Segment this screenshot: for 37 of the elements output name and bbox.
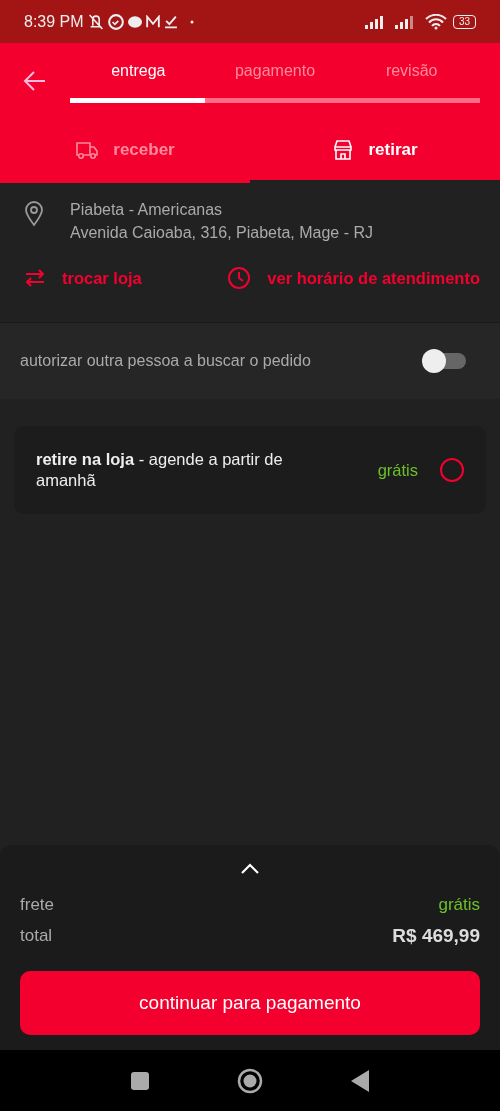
location-pin-icon	[24, 201, 44, 227]
store-address: Avenida Caioaba, 316, Piabeta, Mage - RJ	[70, 224, 373, 242]
dot-icon	[189, 19, 194, 24]
step-tab[interactable]: entrega	[70, 61, 207, 80]
summary-label: total	[20, 925, 53, 946]
continue-button[interactable]: continuar para pagamento	[20, 971, 480, 1035]
option-price: grátis	[377, 460, 418, 480]
step-tab[interactable]: revisão	[343, 61, 480, 80]
wifi-icon	[424, 13, 447, 30]
delivery-mode-tab[interactable]: retirar	[250, 120, 500, 183]
store-icon	[332, 139, 355, 161]
option-text: retire na loja - agende a partir de amanhã	[36, 449, 284, 491]
chat-bubble-icon	[127, 15, 142, 28]
store-name: Piabeta - Americanas	[70, 201, 224, 219]
home-icon[interactable]	[237, 1067, 263, 1094]
recent-apps-icon[interactable]	[131, 1071, 149, 1090]
clock-icon	[227, 266, 252, 290]
authorize-label: autorizar outra pessoa a buscar o pedido	[20, 352, 311, 370]
status-time: 8:39 PM	[24, 12, 84, 31]
store-action-link[interactable]: trocar loja	[24, 266, 142, 290]
truck-icon	[75, 139, 100, 161]
mail-icon	[145, 14, 160, 29]
pickup-option-card[interactable]: retire na loja - agende a partir de amanhã grátis	[14, 426, 486, 514]
check-icon	[163, 14, 178, 29]
chevron-up-icon[interactable]	[240, 863, 260, 875]
delivery-mode-tab[interactable]: receber	[0, 120, 250, 183]
muted-bell-icon	[87, 13, 104, 30]
summary-value: R$ 469,99	[392, 924, 480, 947]
alarm-icon	[107, 13, 124, 30]
step-tab[interactable]: pagamento	[206, 61, 344, 80]
swap-arrows-icon	[24, 268, 46, 288]
radio-button[interactable]	[440, 458, 464, 482]
store-action-link[interactable]: ver horário de atendimento	[227, 266, 480, 290]
battery-indicator: 33	[452, 14, 476, 29]
back-nav-icon[interactable]	[351, 1069, 369, 1092]
summary-label: frete	[20, 894, 55, 915]
summary-value: grátis	[438, 894, 480, 915]
